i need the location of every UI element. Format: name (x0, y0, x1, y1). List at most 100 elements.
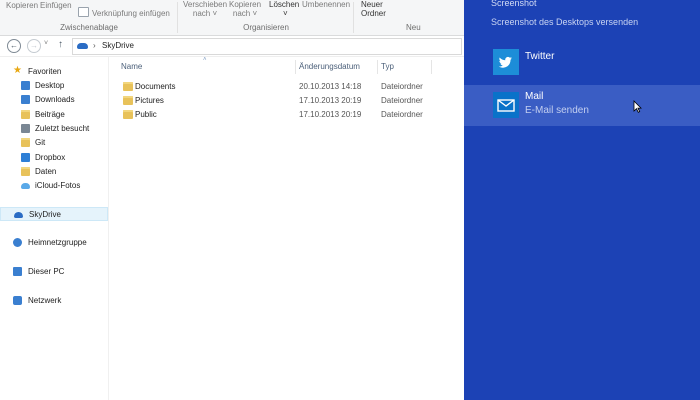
file-row[interactable]: Documents 20.10.2013 14:18 Dateiordner (109, 80, 464, 94)
nav-item-this-pc[interactable]: Dieser PC (0, 265, 108, 279)
column-header-type[interactable]: Typ (381, 62, 394, 71)
paste-button[interactable]: Einfügen (40, 1, 72, 10)
share-app-desc: E-Mail senden (525, 105, 589, 116)
rename-button[interactable]: Umbenennen (302, 0, 350, 9)
nav-item-desktop[interactable]: Desktop (0, 79, 108, 93)
nav-item-network[interactable]: Netzwerk (0, 294, 108, 308)
homegroup-icon (13, 238, 22, 247)
chevron-down-icon: ˅ (212, 9, 218, 18)
share-charm-panel: Screenshot Screenshot des Desktops verse… (464, 0, 700, 400)
nav-item-icloud[interactable]: iCloud-Fotos (0, 179, 108, 193)
nav-label: Dieser PC (28, 267, 65, 276)
share-app-name: Twitter (525, 51, 555, 62)
mail-icon (493, 92, 519, 118)
move-to-label: Verschieben (183, 0, 228, 9)
delete-button[interactable]: Löschen ˅ (269, 0, 299, 18)
nav-label: Desktop (35, 81, 65, 90)
folder-icon (21, 110, 30, 119)
nav-item-git[interactable]: Git (0, 136, 108, 150)
forward-button[interactable]: → (27, 39, 41, 53)
share-app-twitter[interactable]: Twitter (464, 42, 700, 83)
file-type: Dateiordner (381, 110, 423, 119)
file-date: 20.10.2013 14:18 (299, 82, 362, 91)
folder-icon (123, 110, 133, 119)
nav-item-dropbox[interactable]: Dropbox (0, 151, 108, 165)
folder-icon (21, 138, 30, 147)
file-row[interactable]: Pictures 17.10.2013 20:19 Dateiordner (109, 94, 464, 108)
computer-icon (13, 267, 22, 276)
chevron-down-icon: ˅ (283, 9, 288, 18)
ribbon-group-clipboard: Kopieren Einfügen Verknüpfung einfügen Z… (0, 0, 178, 35)
chevron-down-icon: ˅ (252, 9, 258, 18)
nav-label: Zuletzt besucht (35, 124, 90, 133)
nav-item-skydrive[interactable]: SkyDrive (0, 207, 108, 221)
paste-shortcut-button[interactable]: Verknüpfung einfügen (78, 7, 170, 18)
file-name: Pictures (135, 96, 164, 105)
nav-item-daten[interactable]: Daten (0, 165, 108, 179)
nav-label: Beiträge (35, 110, 65, 119)
nav-label: Netzwerk (28, 296, 62, 305)
copy-to-sub: nach (232, 9, 251, 18)
nav-label: Git (35, 138, 46, 147)
folder-icon (123, 96, 133, 105)
recent-places-icon (21, 124, 30, 133)
icloud-icon (21, 183, 30, 189)
nav-item-recent[interactable]: Zuletzt besucht (0, 122, 108, 136)
breadcrumb-location[interactable]: SkyDrive (102, 41, 134, 50)
dropbox-icon (21, 153, 30, 162)
back-button[interactable]: ← (7, 39, 21, 53)
file-row[interactable]: Public 17.10.2013 20:19 Dateiordner (109, 108, 464, 122)
column-header-name[interactable]: Name (121, 62, 142, 71)
folder-icon (123, 82, 133, 91)
delete-label: Löschen (269, 0, 300, 9)
ribbon: Kopieren Einfügen Verknüpfung einfügen Z… (0, 0, 464, 36)
ribbon-group-organize: Verschieben nach ˅ Kopieren nach ˅ Löschen… (178, 0, 354, 35)
downloads-icon (21, 95, 30, 104)
nav-item-downloads[interactable]: Downloads (0, 93, 108, 107)
clipboard-group-label: Zwischenablage (60, 23, 118, 32)
folder-icon (21, 167, 30, 176)
chevron-right-icon[interactable]: › (93, 41, 96, 50)
new-folder-sub: Ordner (361, 9, 386, 18)
nav-label: iCloud-Fotos (35, 181, 81, 190)
file-name: Public (135, 110, 157, 119)
organize-group-label: Organisieren (243, 23, 289, 32)
move-to-button[interactable]: Verschieben nach ˅ (183, 0, 227, 18)
file-type: Dateiordner (381, 82, 423, 91)
nav-label: Dropbox (35, 153, 66, 162)
copy-to-button[interactable]: Kopieren nach ˅ (229, 0, 261, 18)
ribbon-group-new: Neuer Ordner Neu (354, 0, 464, 35)
charm-subtitle: Screenshot des Desktops versenden (491, 17, 639, 27)
breadcrumb[interactable]: › SkyDrive (72, 38, 462, 55)
nav-item-homegroup[interactable]: Heimnetzgruppe (0, 236, 108, 250)
paste-shortcut-label: Verknüpfung einfügen (92, 9, 170, 18)
share-app-mail[interactable]: Mail E-Mail senden (464, 85, 700, 126)
new-group-label: Neu (406, 23, 421, 32)
move-to-sub: nach (192, 9, 211, 18)
mouse-cursor-icon (633, 100, 642, 115)
shortcut-icon (78, 7, 89, 17)
skydrive-cloud-icon (77, 43, 88, 49)
navigation-pane: ★ Favoriten Desktop Downloads Beiträge Z… (0, 57, 109, 400)
twitter-icon (493, 49, 519, 75)
file-name: Documents (135, 82, 176, 91)
new-folder-button[interactable]: Neuer Ordner (361, 0, 386, 18)
copy-button[interactable]: Kopieren (6, 1, 38, 10)
nav-label: Heimnetzgruppe (28, 238, 87, 247)
up-button[interactable]: ↑ (58, 39, 63, 50)
column-header-date[interactable]: Änderungsdatum (299, 62, 360, 71)
chevron-down-icon[interactable]: ˅ (44, 40, 48, 47)
charm-title: Screenshot (491, 0, 537, 8)
new-folder-label: Neuer (361, 0, 383, 9)
file-list: ˄ Name Änderungsdatum Typ Documents 20.1… (109, 57, 464, 400)
address-bar: ← → ˅ ↑ › SkyDrive (0, 36, 464, 57)
file-type: Dateiordner (381, 96, 423, 105)
sort-ascending-icon: ˄ (203, 57, 207, 63)
nav-item-beitraege[interactable]: Beiträge (0, 108, 108, 122)
copy-to-label: Kopieren (229, 0, 262, 9)
star-icon: ★ (13, 65, 22, 76)
desktop-icon (21, 81, 30, 90)
nav-item-favorites[interactable]: ★ Favoriten (0, 65, 108, 79)
share-app-name: Mail (525, 91, 544, 102)
nav-label: Downloads (35, 95, 75, 104)
